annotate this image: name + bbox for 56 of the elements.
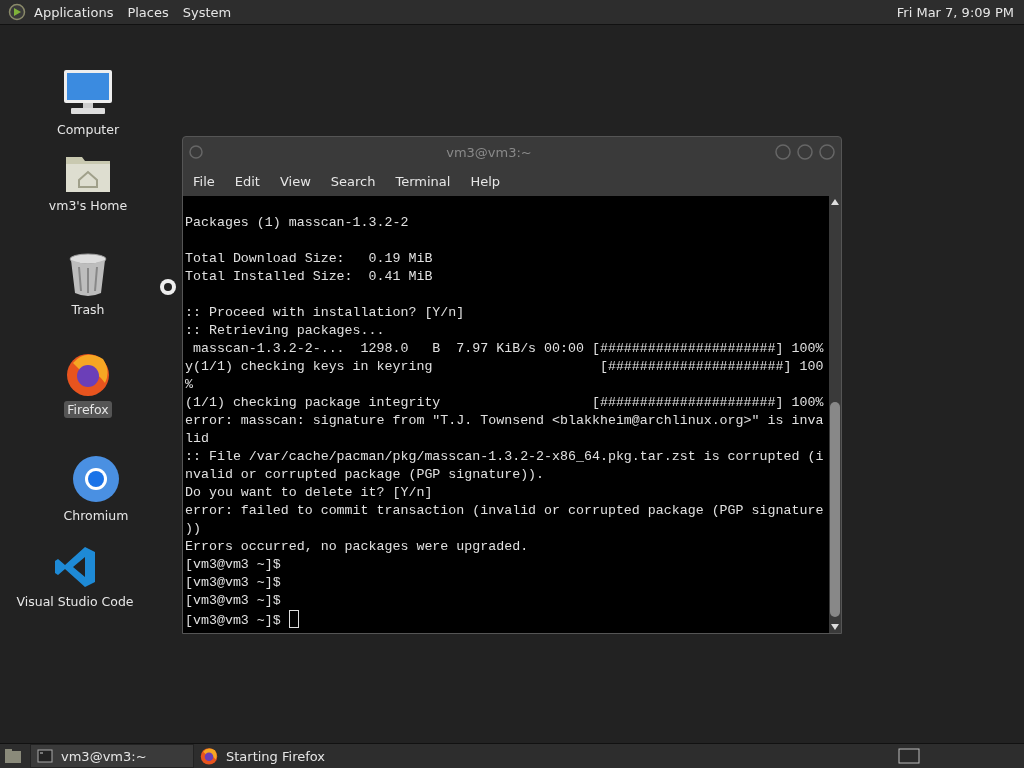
trash-icon[interactable] (69, 253, 107, 297)
terminal-line: [vm3@vm3 ~]$ (185, 575, 281, 590)
desktop-icon-label[interactable]: vm3's Home (45, 197, 131, 214)
firefox-icon (200, 747, 218, 765)
panel-menu[interactable]: Places (127, 4, 169, 20)
terminal-line: :: Retrieving packages... (185, 323, 385, 338)
menu-item[interactable]: Terminal (395, 174, 451, 189)
desktop-icon-label[interactable]: Computer (53, 121, 123, 138)
taskbar-button[interactable]: vm3@vm3:~ (30, 744, 194, 768)
desktop-icon-label[interactable]: Firefox (64, 401, 112, 418)
terminal-line: lid (185, 431, 209, 446)
clock[interactable]: Fri Mar 7, 9:09 PM (896, 4, 1014, 20)
terminal-line: )) (185, 521, 201, 536)
show-desktop-icon[interactable] (4, 748, 22, 764)
chromium-icon[interactable] (72, 455, 120, 503)
firefox-icon[interactable] (65, 351, 111, 397)
panel-menu[interactable]: System (182, 4, 232, 20)
app-menu-icon[interactable] (8, 3, 26, 21)
menu-item[interactable]: View (279, 174, 311, 189)
terminal-line: (1/1) checking package integrity [######################] 100% (185, 395, 824, 410)
terminal-line: [vm3@vm3 ~]$ (185, 613, 282, 628)
scroll-up-icon[interactable] (830, 198, 840, 206)
scroll-down-icon[interactable] (830, 623, 840, 631)
terminal-icon (37, 749, 53, 763)
terminal-line: % (185, 377, 193, 392)
cursor-icon (159, 278, 177, 296)
desktop-icon-label[interactable]: Chromium (60, 507, 132, 524)
menu-item[interactable]: Search (330, 174, 376, 189)
terminal-line: error: failed to commit transaction (invalid or corrupted package (PGP signature (185, 503, 824, 518)
terminal-line: y(1/1) checking keys in keyring [######################] 100 (185, 359, 824, 374)
menu-item[interactable]: Edit (234, 174, 260, 189)
taskbar-button[interactable]: Starting Firefox (194, 745, 356, 767)
terminal-line: nvalid or corrupted package (PGP signature)). (185, 467, 545, 482)
terminal-line: Errors occurred, no packages were upgraded. (185, 539, 529, 554)
terminal-line: :: File /var/cache/pacman/pkg/masscan-1.3.2-2-x86_64.pkg.tar.zst is corrupted (i (185, 449, 824, 464)
menu-item[interactable]: Help (470, 174, 501, 189)
terminal-line: masscan-1.3.2-2-... 1298.0 B 7.97 KiB/s 00:00 [######################] 100% (191, 341, 824, 356)
desktop-icon-label[interactable]: Trash (68, 301, 108, 318)
menu-item[interactable]: File (193, 174, 215, 189)
terminal-line: [vm3@vm3 ~]$ (185, 593, 281, 608)
desktop-icon-label[interactable]: Visual Studio Code (13, 593, 137, 610)
terminal-line: Packages (1) masscan-1.3.2-2 (185, 215, 409, 230)
scroll-thumb[interactable] (830, 402, 840, 617)
panel-menu[interactable]: Applications (34, 4, 114, 20)
terminal-line: Total Download Size: 0.19 MiB (185, 251, 433, 266)
terminal-line: [vm3@vm3 ~]$ (185, 557, 281, 572)
scrollbar[interactable] (829, 196, 841, 633)
vscode-icon[interactable] (53, 545, 97, 589)
workspace-icon[interactable] (898, 748, 920, 764)
terminal-line: error: masscan: signature from "T.J. Townsend <blakkheim@archlinux.org>" is inva (185, 413, 824, 428)
terminal-line: Do you want to delete it? [Y/n] (185, 485, 433, 500)
terminal-line: Total Installed Size: 0.41 MiB (185, 269, 433, 284)
computer-icon[interactable] (63, 69, 113, 117)
terminal-line: :: Proceed with installation? [Y/n] (185, 305, 465, 320)
text-cursor (288, 610, 299, 628)
window-title: vm3@vm3:~ (445, 144, 533, 160)
